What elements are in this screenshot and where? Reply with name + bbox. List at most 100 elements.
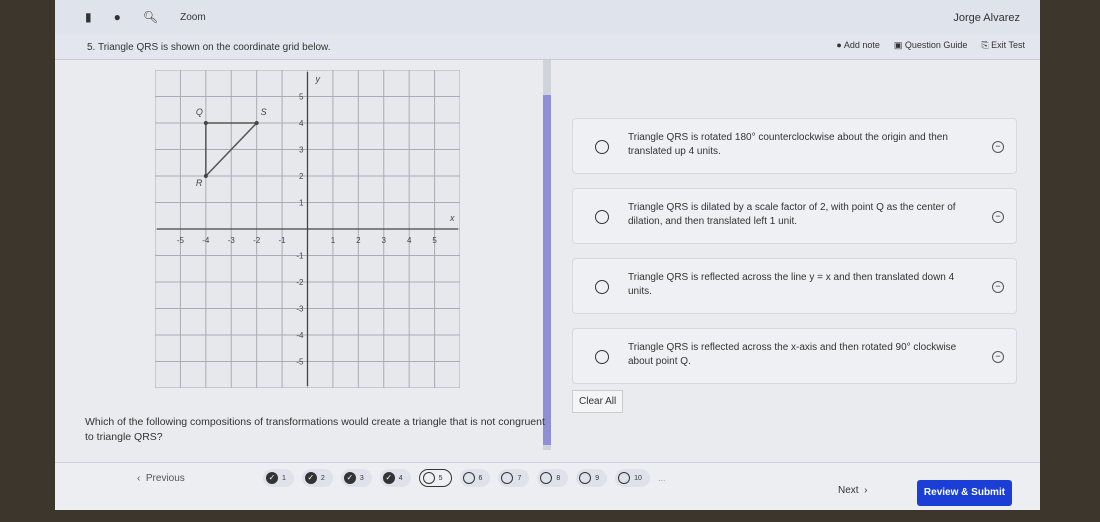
zoom-out-icon[interactable]: 🔍︎ <box>143 10 158 24</box>
question-pill[interactable]: 10 <box>615 469 650 487</box>
vertex-label: Q <box>196 107 203 117</box>
eliminate-icon[interactable]: − <box>992 141 1004 153</box>
choice-b[interactable]: Triangle QRS is dilated by a scale facto… <box>572 188 1017 244</box>
question-title: 5. Triangle QRS is shown on the coordina… <box>87 42 331 53</box>
y-tick-label: -5 <box>296 358 304 367</box>
question-guide-label: Question Guide <box>904 40 968 50</box>
user-name: Jorge Alvarez <box>953 12 1020 24</box>
x-tick-label: 5 <box>432 236 437 245</box>
top-toolbar: ▮ ● 🔍︎ Zoom Jorge Alvarez <box>55 0 1040 34</box>
question-pill[interactable]: ✓ 4 <box>379 469 411 487</box>
y-tick-label: 5 <box>299 93 304 102</box>
status-circle-icon <box>422 472 435 484</box>
question-guide-button[interactable]: ▣ Question Guide <box>894 40 968 51</box>
question-title-text: Triangle QRS is shown on the coordinate … <box>97 42 331 53</box>
eliminate-icon[interactable]: − <box>992 351 1004 363</box>
radio-button[interactable] <box>595 140 609 154</box>
question-pill[interactable]: ✓ 3 <box>340 469 372 487</box>
question-pill[interactable]: ✓ 1 <box>263 469 294 487</box>
radio-button[interactable] <box>595 280 609 294</box>
vertex-r <box>203 174 208 178</box>
choice-text: Triangle QRS is dilated by a scale facto… <box>628 202 956 227</box>
question-number: 5 <box>438 474 443 482</box>
x-tick-label: 3 <box>382 236 387 245</box>
status-circle-icon <box>501 472 514 484</box>
add-note-label: Add note <box>843 40 880 50</box>
exit-test-button[interactable]: ⎘ Exit Test <box>981 40 1025 51</box>
exit-test-label: Exit Test <box>991 40 1025 50</box>
radio-button[interactable] <box>595 350 609 364</box>
question-prompt: Which of the following compositions of t… <box>85 416 545 443</box>
y-tick-label: -1 <box>296 252 304 261</box>
question-pill[interactable]: 7 <box>498 469 530 487</box>
status-circle-icon <box>579 472 592 484</box>
y-tick-label: 1 <box>299 199 304 208</box>
x-tick-label: -5 <box>177 236 185 245</box>
check-icon: ✓ <box>266 472 278 484</box>
question-pills: ✓ 1 ✓ 2 ✓ 3 ✓ 4 5 6 7 8 9 10... <box>263 469 665 487</box>
clear-all-button[interactable]: Clear All <box>572 390 624 413</box>
coordinate-grid: -5 -5 -4 -4 -3 -3 -2 -2 -1 -1 1 1 2 2 3 3 4 4 5 5 x y Q R S <box>155 70 460 388</box>
vertex-label: R <box>196 178 203 188</box>
vertex-label: S <box>261 107 267 117</box>
question-pill[interactable]: 8 <box>537 469 569 487</box>
check-icon: ✓ <box>382 472 395 484</box>
calculator-icon[interactable]: ▮ <box>85 10 92 24</box>
review-submit-button[interactable]: Review & Submit <box>917 480 1012 506</box>
question-pill[interactable]: 9 <box>576 469 608 487</box>
question-number: 9 <box>595 474 600 482</box>
vertex-q <box>203 121 208 125</box>
question-number: 5. <box>87 42 96 53</box>
eliminate-icon[interactable]: − <box>992 211 1004 223</box>
x-axis-label: x <box>449 213 455 223</box>
previous-button[interactable]: ‹ Previous <box>137 473 185 484</box>
choice-text: Triangle QRS is rotated 180° countercloc… <box>628 132 948 157</box>
zoom-label[interactable]: Zoom <box>180 12 206 23</box>
next-label: Next <box>838 485 859 496</box>
x-tick-label: 2 <box>356 236 361 245</box>
question-number: 3 <box>359 474 364 482</box>
check-icon: ✓ <box>304 472 317 484</box>
tools: ● Add note ▣ Question Guide ⎘ Exit Test <box>836 40 1025 51</box>
add-note-button[interactable]: ● Add note <box>836 40 879 51</box>
question-number: 7 <box>517 474 522 482</box>
y-tick-label: 2 <box>299 172 304 181</box>
choice-text: Triangle QRS is reflected across the lin… <box>628 272 955 297</box>
y-tick-label: -2 <box>296 278 304 287</box>
screen: ▮ ● 🔍︎ Zoom Jorge Alvarez 5. Triangle QR… <box>55 0 1040 510</box>
check-icon: ✓ <box>343 472 356 484</box>
question-pill[interactable]: 5 <box>418 469 452 487</box>
radio-button[interactable] <box>595 210 609 224</box>
question-number: 10 <box>634 474 642 482</box>
x-tick-label: 1 <box>331 236 336 245</box>
question-number: 6 <box>478 474 483 482</box>
next-button[interactable]: Next › <box>838 485 867 496</box>
y-tick-label: 3 <box>299 146 304 155</box>
scroll-thumb[interactable] <box>543 95 551 445</box>
choice-c[interactable]: Triangle QRS is reflected across the lin… <box>572 258 1017 314</box>
x-tick-label: -2 <box>253 236 261 245</box>
x-tick-label: -3 <box>228 236 236 245</box>
question-pill[interactable]: 6 <box>459 469 491 487</box>
palette-icon[interactable]: ● <box>114 10 121 24</box>
question-number: 8 <box>556 474 561 482</box>
question-bar: 5. Triangle QRS is shown on the coordina… <box>55 34 1040 60</box>
more-ellipsis: ... <box>657 473 666 483</box>
eliminate-icon[interactable]: − <box>992 281 1004 293</box>
y-tick-label: -3 <box>296 305 304 314</box>
status-circle-icon <box>618 472 631 484</box>
status-circle-icon <box>462 472 475 484</box>
choice-a[interactable]: Triangle QRS is rotated 180° countercloc… <box>572 118 1017 174</box>
pane-scrollbar[interactable] <box>543 60 551 450</box>
x-tick-label: 4 <box>407 236 412 245</box>
choice-d[interactable]: Triangle QRS is reflected across the x-a… <box>572 328 1017 384</box>
previous-label: Previous <box>145 473 185 484</box>
y-tick-label: -4 <box>296 331 304 340</box>
y-axis-label: y <box>315 74 321 84</box>
x-tick-label: -4 <box>202 236 210 245</box>
question-number: 4 <box>398 474 403 482</box>
question-pill[interactable]: ✓ 2 <box>301 469 333 487</box>
choice-text: Triangle QRS is reflected across the x-a… <box>628 342 957 367</box>
question-number: 2 <box>320 474 325 482</box>
x-tick-label: -1 <box>279 236 287 245</box>
